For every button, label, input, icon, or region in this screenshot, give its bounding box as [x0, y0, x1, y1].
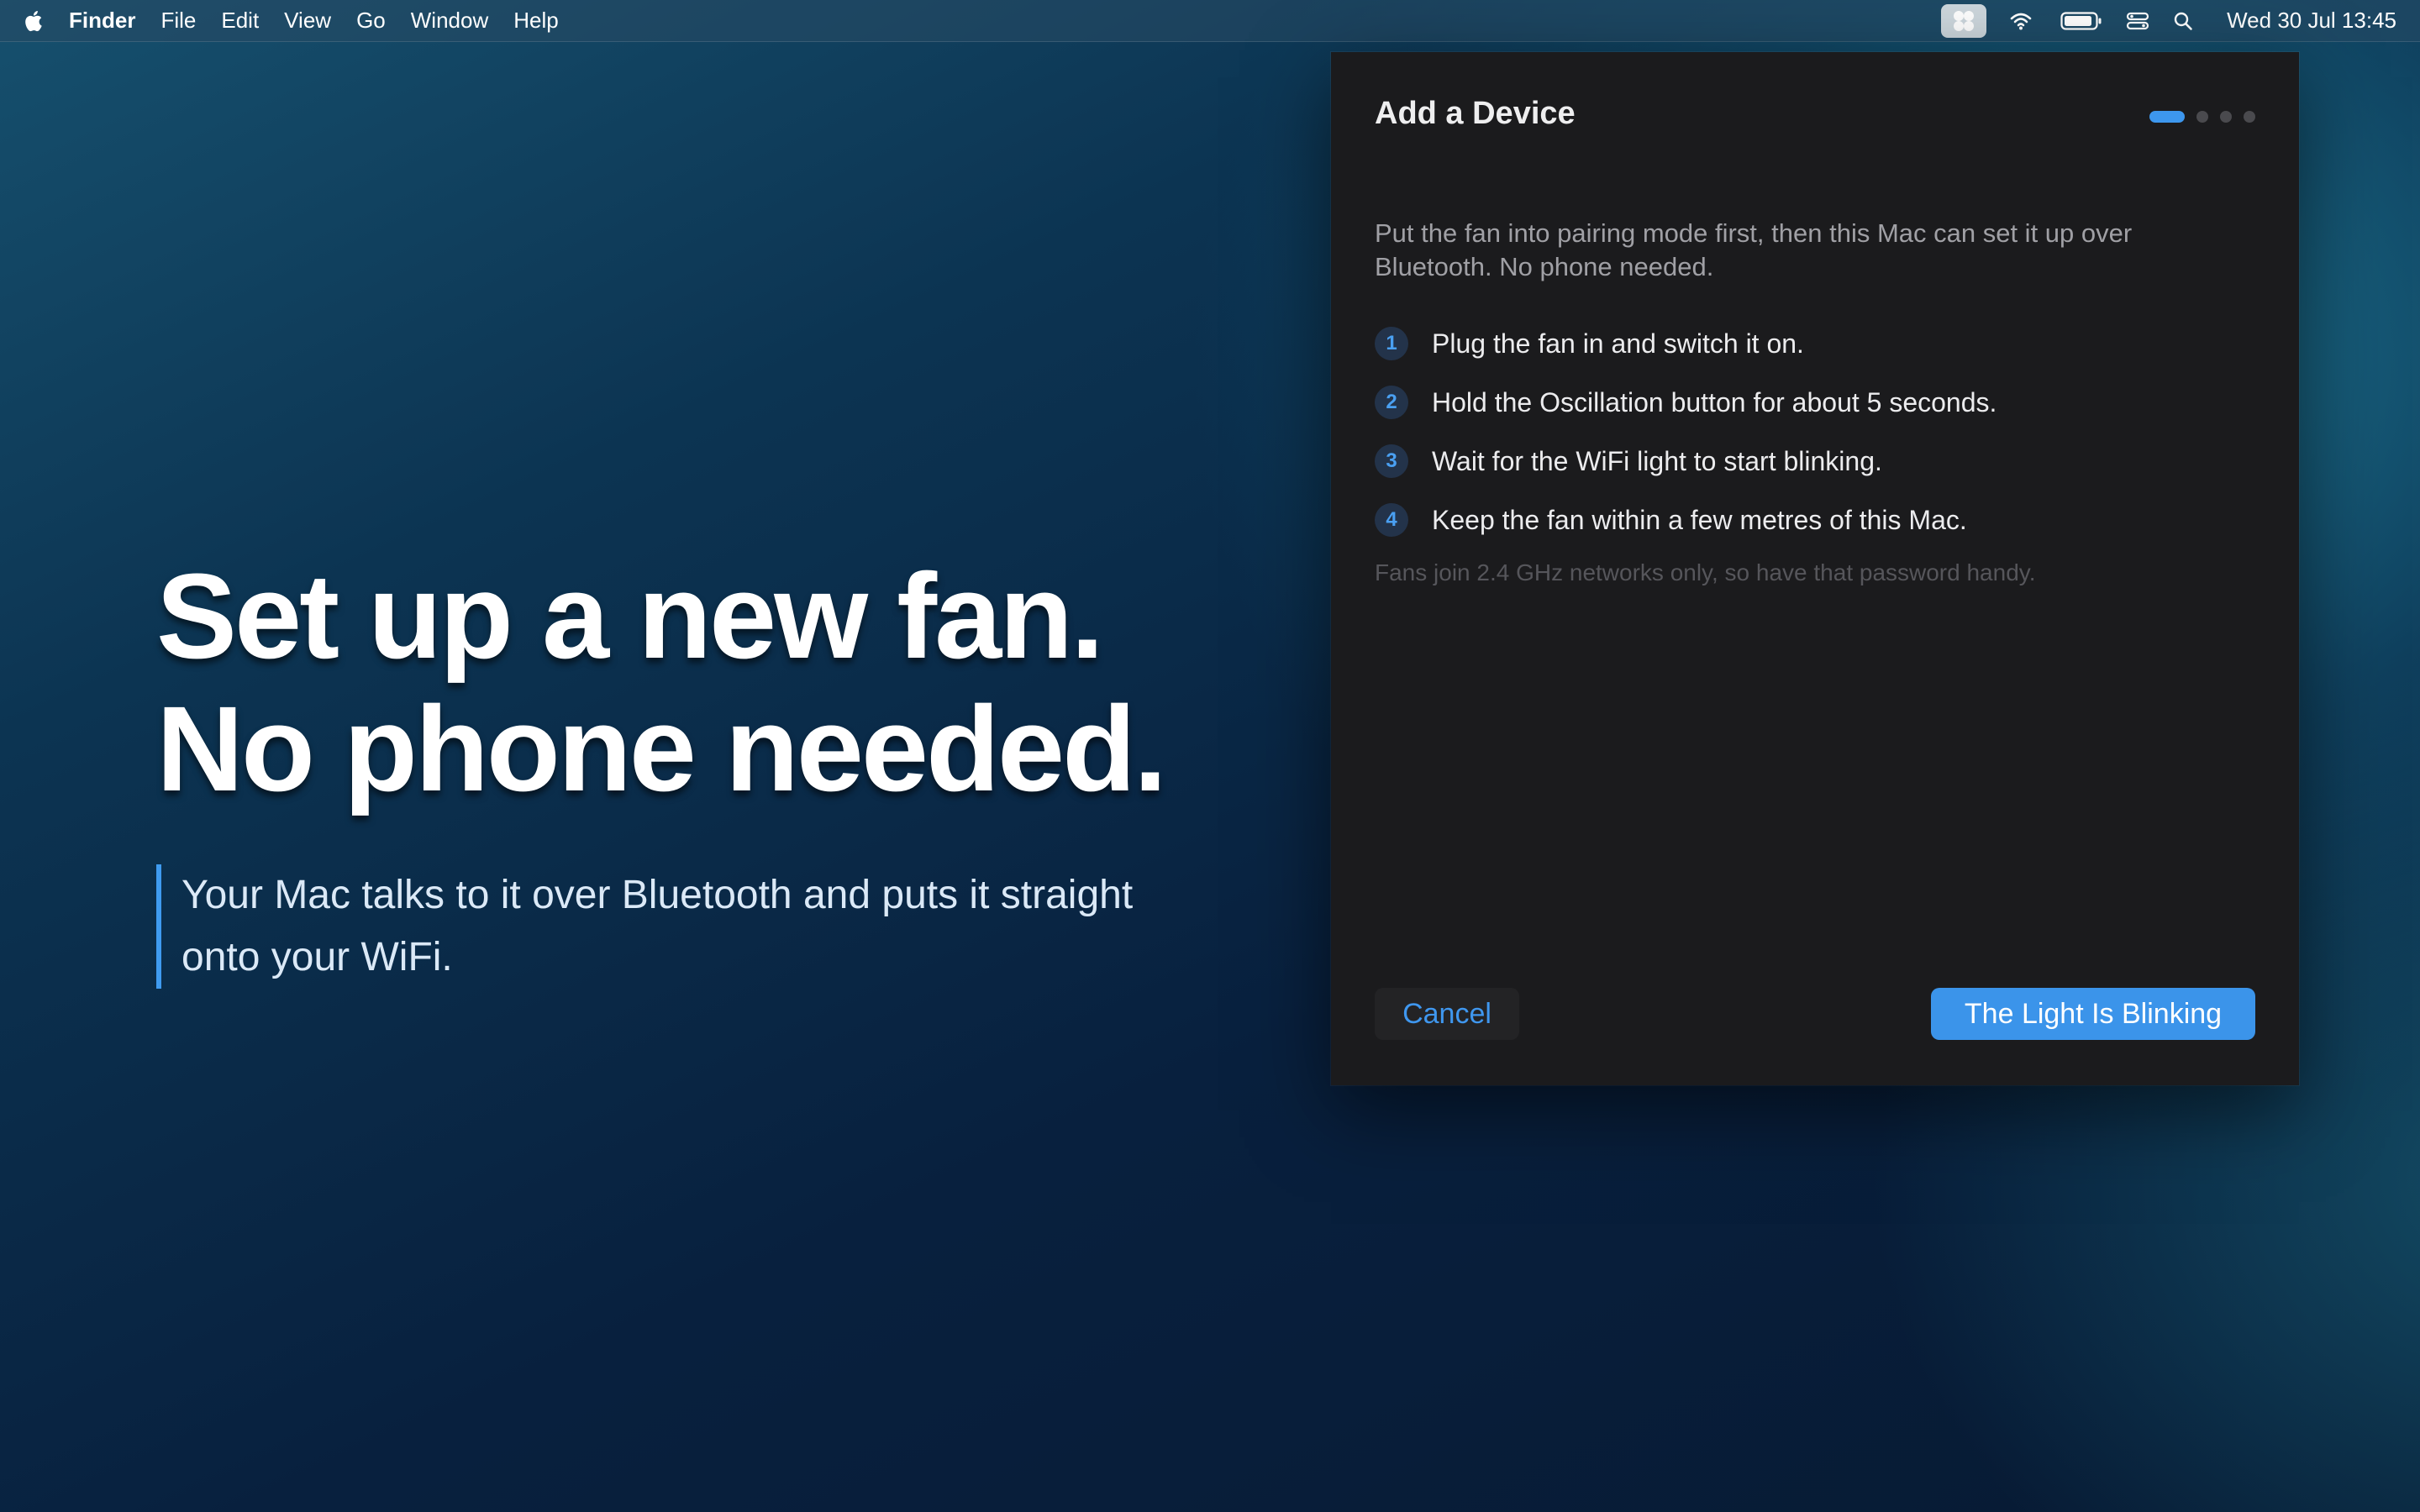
- add-device-dialog: Add a Device Put the fan into pairing mo…: [1331, 52, 2299, 1085]
- step-item: 2 Hold the Oscillation button for about …: [1375, 373, 2257, 432]
- menu-file[interactable]: File: [160, 8, 196, 34]
- menu-app-finder[interactable]: Finder: [69, 8, 135, 34]
- step-number-badge: 1: [1375, 327, 1408, 360]
- menu-bar-status: Wed 30 Jul 13:45: [1941, 0, 2396, 41]
- page-dot-3: [2220, 111, 2232, 123]
- dialog-title: Add a Device: [1375, 96, 1576, 131]
- menu-bar: Finder File Edit View Go Window Help Wed…: [0, 0, 2420, 42]
- menu-bar-clock[interactable]: Wed 30 Jul 13:45: [2227, 8, 2396, 34]
- search-icon[interactable]: [2173, 11, 2193, 31]
- step-item: 3 Wait for the WiFi light to start blink…: [1375, 432, 2257, 491]
- page-dot-1-active: [2149, 111, 2185, 123]
- dialog-intro: Put the fan into pairing mode first, the…: [1375, 218, 2133, 281]
- wifi-icon[interactable]: [2010, 12, 2032, 30]
- menu-window[interactable]: Window: [411, 8, 488, 34]
- battery-icon[interactable]: [2060, 11, 2102, 31]
- hero-headline: Set up a new fan. No phone needed.: [156, 550, 1274, 816]
- menu-view[interactable]: View: [284, 8, 331, 34]
- menu-help[interactable]: Help: [513, 8, 558, 34]
- step-text: Keep the fan within a few metres of this…: [1432, 504, 1967, 535]
- hero-headline-line-2: No phone needed.: [156, 681, 1167, 816]
- step-number-badge: 4: [1375, 503, 1408, 537]
- dialog-note: Fans join 2.4 GHz networks only, so have…: [1375, 559, 2036, 585]
- hero-headline-line-1: Set up a new fan.: [156, 549, 1104, 684]
- step-text: Plug the fan in and switch it on.: [1432, 328, 1804, 359]
- display-icon[interactable]: [2126, 11, 2149, 31]
- menu-go[interactable]: Go: [356, 8, 386, 34]
- menu-edit[interactable]: Edit: [221, 8, 259, 34]
- step-item: 1 Plug the fan in and switch it on.: [1375, 314, 2257, 373]
- page-dot-4: [2244, 111, 2255, 123]
- page-indicator: [2149, 111, 2255, 123]
- step-text: Hold the Oscillation button for about 5 …: [1432, 386, 1997, 417]
- desktop: Finder File Edit View Go Window Help Wed…: [0, 0, 2420, 1512]
- step-number-badge: 2: [1375, 386, 1408, 419]
- hero: Set up a new fan. No phone needed. Your …: [156, 550, 1274, 989]
- control-centre-icon[interactable]: [1941, 3, 1987, 38]
- hero-subtext: Your Mac talks to it over Bluetooth and …: [156, 864, 1215, 989]
- step-item: 4 Keep the fan within a few metres of th…: [1375, 491, 2257, 549]
- cancel-button[interactable]: Cancel: [1375, 988, 1519, 1040]
- page-dot-2: [2196, 111, 2208, 123]
- steps-list: 1 Plug the fan in and switch it on. 2 Ho…: [1375, 314, 2257, 549]
- light-is-blinking-button[interactable]: The Light Is Blinking: [1931, 988, 2255, 1040]
- step-number-badge: 3: [1375, 444, 1408, 478]
- apple-logo-icon[interactable]: [22, 8, 44, 34]
- step-text: Wait for the WiFi light to start blinkin…: [1432, 445, 1882, 476]
- menu-bar-left: Finder File Edit View Go Window Help: [22, 0, 584, 41]
